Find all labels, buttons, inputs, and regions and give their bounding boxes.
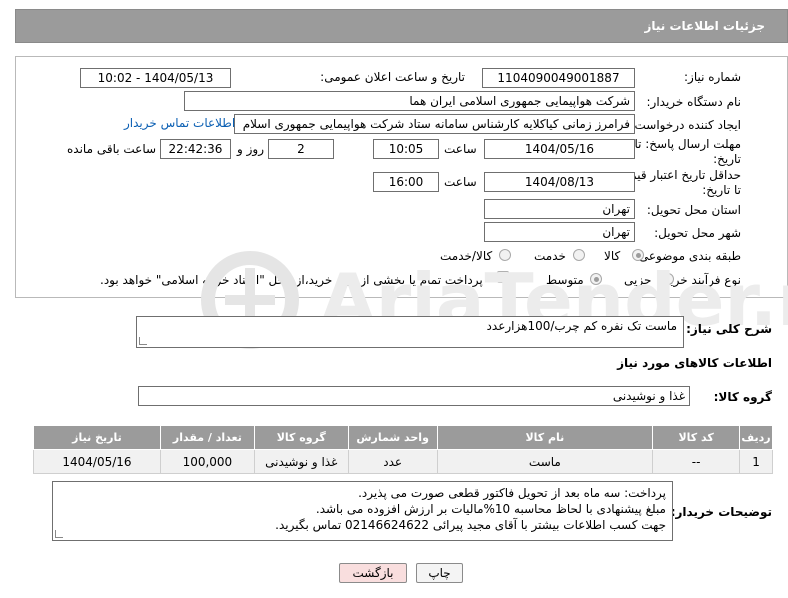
remaining-label: ساعت باقی مانده: [67, 142, 157, 156]
city-field[interactable]: تهران: [484, 222, 635, 242]
description-label: شرح کلی نیاز:: [686, 322, 772, 336]
notes-resize-grip-icon[interactable]: [55, 530, 63, 538]
col-unit: واحد شمارش: [347, 425, 438, 450]
city-label: شهر محل تحویل:: [654, 226, 741, 240]
goods-group-field[interactable]: غذا و نوشیدنی: [138, 386, 690, 406]
validity-date-field[interactable]: 1404/08/13: [484, 172, 635, 192]
process-medium-label: متوسط: [546, 273, 584, 287]
remaining-time-field[interactable]: 22:42:36: [160, 139, 231, 159]
treasury-payment-checkbox[interactable]: [497, 271, 509, 283]
process-minor-label: جزیی: [624, 273, 652, 287]
description-text: ماست تک نفره کم چرب/100هزارعدد: [486, 319, 677, 333]
buyer-notes-label: توضیحات خریدار:: [670, 505, 772, 519]
col-group: گروه کالا: [253, 425, 349, 450]
col-name: نام کالا: [436, 425, 654, 450]
treasury-payment-note: پرداخت تمام یا بخشی از مبلغ خرید،از محل …: [100, 273, 483, 287]
cell-unit: عدد: [347, 449, 438, 474]
reply-deadline-date-label: تاریخ:: [713, 152, 741, 166]
buyer-notes-field[interactable]: پرداخت: سه ماه بعد از تحویل فاکتور قطعی …: [52, 481, 673, 541]
cell-name: ماست: [436, 449, 654, 474]
back-button[interactable]: بازگشت: [339, 563, 407, 583]
buyer-org-field[interactable]: شرکت هواپیمایی جمهوری اسلامی ایران هما: [184, 91, 635, 111]
goods-section-title: اطلاعات کالاهای مورد نیاز: [617, 356, 772, 370]
notes-line-2: مبلغ پیشنهادی با لحاظ محاسبه 10%مالیات ب…: [315, 502, 666, 516]
category-both-radio[interactable]: [499, 249, 511, 261]
need-number-field[interactable]: 1104090049001887: [482, 68, 635, 88]
print-button[interactable]: چاپ: [416, 563, 463, 583]
col-quantity: تعداد / مقدار: [159, 425, 255, 450]
description-field[interactable]: ماست تک نفره کم چرب/100هزارعدد: [136, 316, 684, 348]
category-service-radio[interactable]: [573, 249, 585, 261]
announce-label: تاریخ و ساعت اعلان عمومی:: [320, 70, 465, 84]
category-both-label: کالا/خدمت: [440, 249, 493, 263]
requester-field[interactable]: فرامرز زمانی کیاکلایه کارشناس سامانه ستا…: [234, 114, 635, 134]
process-minor-radio[interactable]: [662, 273, 674, 285]
col-row: ردیف: [739, 425, 773, 450]
reply-deadline-label: مهلت ارسال پاسخ: تا: [634, 137, 741, 151]
page-header: جزئیات اطلاعات نیاز: [15, 9, 788, 43]
category-label: طبقه بندی موضوعی:: [634, 249, 741, 263]
cell-code: --: [652, 449, 741, 474]
days-label: روز و: [237, 142, 264, 156]
page-title: جزئیات اطلاعات نیاز: [644, 19, 765, 33]
validity-time-field[interactable]: 16:00: [373, 172, 439, 192]
notes-line-1: پرداخت: سه ماه بعد از تحویل فاکتور قطعی …: [358, 486, 666, 500]
col-need-date: تاریخ نیاز: [33, 425, 161, 450]
cell-need-date: 1404/05/16: [33, 449, 161, 474]
process-medium-radio[interactable]: [590, 273, 602, 285]
cell-quantity: 100,000: [159, 449, 255, 474]
days-field[interactable]: 2: [268, 139, 334, 159]
buyer-org-label: نام دستگاه خریدار:: [646, 95, 742, 109]
goods-group-label: گروه کالا:: [713, 390, 772, 404]
price-validity-date-label: تا تاریخ:: [702, 183, 741, 197]
reply-time-field[interactable]: 10:05: [373, 139, 439, 159]
announce-field[interactable]: 1404/05/13 - 10:02: [80, 68, 231, 88]
province-field[interactable]: تهران: [484, 199, 635, 219]
cell-row: 1: [739, 449, 773, 474]
reply-time-label: ساعت: [444, 142, 477, 156]
reply-date-field[interactable]: 1404/05/16: [484, 139, 635, 159]
need-number-label: شماره نیاز:: [684, 70, 741, 84]
category-service-label: خدمت: [534, 249, 566, 263]
col-code: کد کالا: [652, 425, 741, 450]
cell-group: غذا و نوشیدنی: [253, 449, 349, 474]
table-header-row: ردیف کد کالا نام کالا واحد شمارش گروه کا…: [33, 425, 773, 450]
validity-time-label: ساعت: [444, 175, 477, 189]
buyer-contact-link[interactable]: اطلاعات تماس خریدار: [124, 116, 235, 130]
table-row[interactable]: 1 -- ماست عدد غذا و نوشیدنی 100,000 1404…: [33, 449, 773, 474]
province-label: استان محل تحویل:: [646, 203, 741, 217]
goods-table: ردیف کد کالا نام کالا واحد شمارش گروه کا…: [33, 425, 773, 474]
requester-label: ایجاد کننده درخواست:: [630, 118, 741, 132]
category-goods-radio[interactable]: [632, 249, 644, 261]
resize-grip-icon[interactable]: [139, 337, 147, 345]
category-goods-label: کالا: [604, 249, 621, 263]
notes-line-3: جهت کسب اطلاعات بیشتر با آقای مجید پیرائ…: [275, 518, 666, 532]
